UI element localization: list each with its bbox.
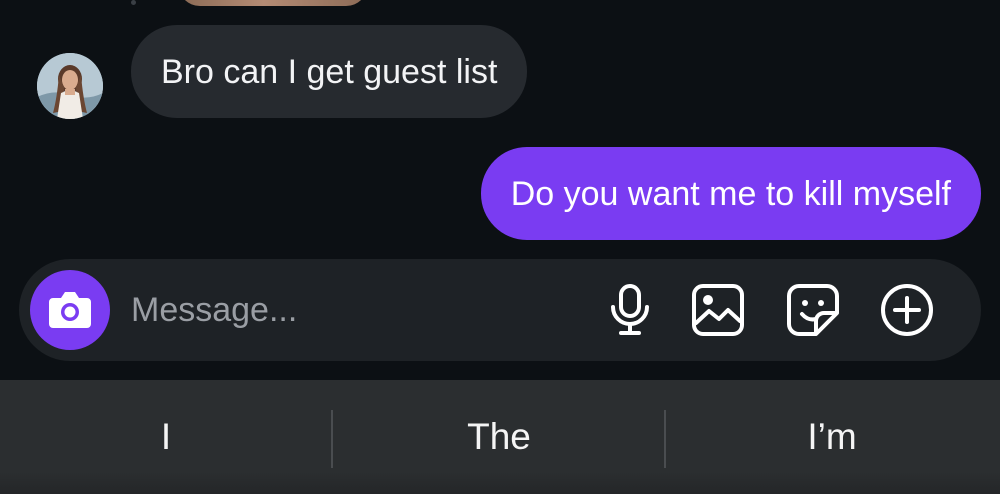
- shared-photo-partial[interactable]: [178, 0, 368, 6]
- outgoing-message-bubble[interactable]: Do you want me to kill myself: [480, 147, 981, 240]
- incoming-message-text: Bro can I get guest list: [161, 52, 498, 91]
- gallery-button[interactable]: [689, 281, 747, 339]
- keyboard-edge: [0, 472, 1000, 494]
- gallery-icon: [692, 284, 744, 336]
- avatar-photo: [37, 53, 103, 119]
- message-marker: [131, 0, 136, 5]
- suggestion-label: The: [467, 416, 531, 457]
- camera-icon: [49, 292, 91, 328]
- message-input[interactable]: [131, 283, 571, 337]
- plus-icon: [881, 284, 933, 336]
- more-options-button[interactable]: [878, 281, 936, 339]
- avatar[interactable]: [37, 53, 103, 119]
- camera-button[interactable]: [30, 270, 110, 350]
- suggestion-label: I’m: [807, 416, 857, 457]
- suggestion-label: I: [160, 416, 172, 457]
- incoming-message-bubble[interactable]: Bro can I get guest list: [131, 25, 528, 118]
- voice-message-button[interactable]: [601, 281, 659, 339]
- outgoing-message-text: Do you want me to kill myself: [510, 174, 951, 213]
- message-composer: [19, 259, 981, 361]
- sticker-icon: [787, 284, 839, 336]
- microphone-icon: [611, 284, 649, 335]
- sticker-button[interactable]: [784, 281, 842, 339]
- message-thread: Bro can I get guest list Do you want me …: [0, 0, 1000, 380]
